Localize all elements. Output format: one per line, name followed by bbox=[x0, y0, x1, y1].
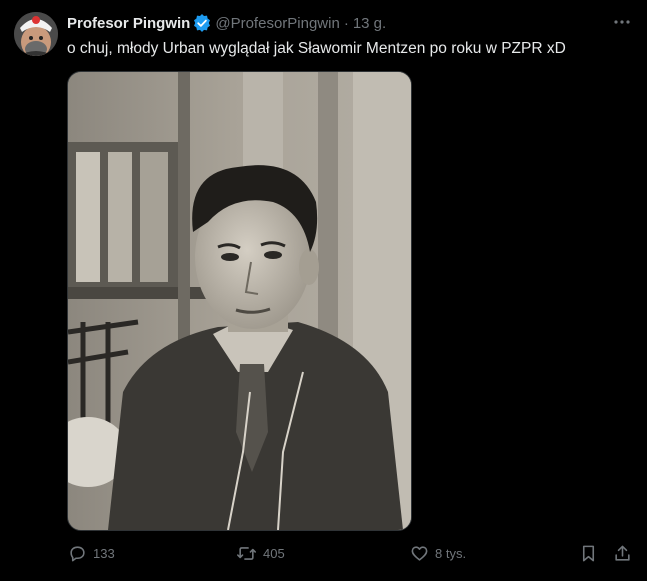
heart-icon bbox=[411, 545, 428, 561]
tweet-photo[interactable] bbox=[67, 71, 412, 531]
retweet-button[interactable]: 405 bbox=[236, 542, 285, 564]
like-button[interactable]: 8 tys. bbox=[410, 542, 466, 564]
bookmark-button[interactable] bbox=[580, 542, 597, 564]
reply-count: 133 bbox=[93, 545, 115, 561]
bookmark-icon bbox=[582, 545, 595, 561]
share-button[interactable] bbox=[613, 542, 632, 564]
author-handle[interactable]: @ProfesorPingwin bbox=[215, 15, 339, 32]
tweet-actions: 133 405 8 tys. bbox=[0, 538, 647, 568]
verified-badge-icon bbox=[193, 14, 211, 32]
tweet-header: Profesor Pingwin @ProfesorPingwin · 13 g… bbox=[67, 13, 386, 33]
timestamp[interactable]: 13 g. bbox=[353, 15, 386, 32]
more-dots-icon bbox=[614, 20, 630, 24]
retweet-count: 405 bbox=[263, 545, 285, 561]
author-name[interactable]: Profesor Pingwin bbox=[67, 15, 190, 32]
share-icon bbox=[615, 545, 630, 561]
separator-dot: · bbox=[343, 14, 349, 32]
retweet-icon bbox=[237, 546, 256, 560]
like-count: 8 tys. bbox=[435, 545, 467, 561]
tweet[interactable]: Profesor Pingwin @ProfesorPingwin · 13 g… bbox=[0, 0, 647, 581]
reply-icon bbox=[70, 545, 85, 561]
reply-button[interactable]: 133 bbox=[68, 542, 115, 564]
tweet-text: o chuj, młody Urban wyglądał jak Sławomi… bbox=[67, 40, 566, 57]
avatar[interactable] bbox=[14, 12, 58, 56]
more-options-button[interactable] bbox=[611, 12, 633, 32]
